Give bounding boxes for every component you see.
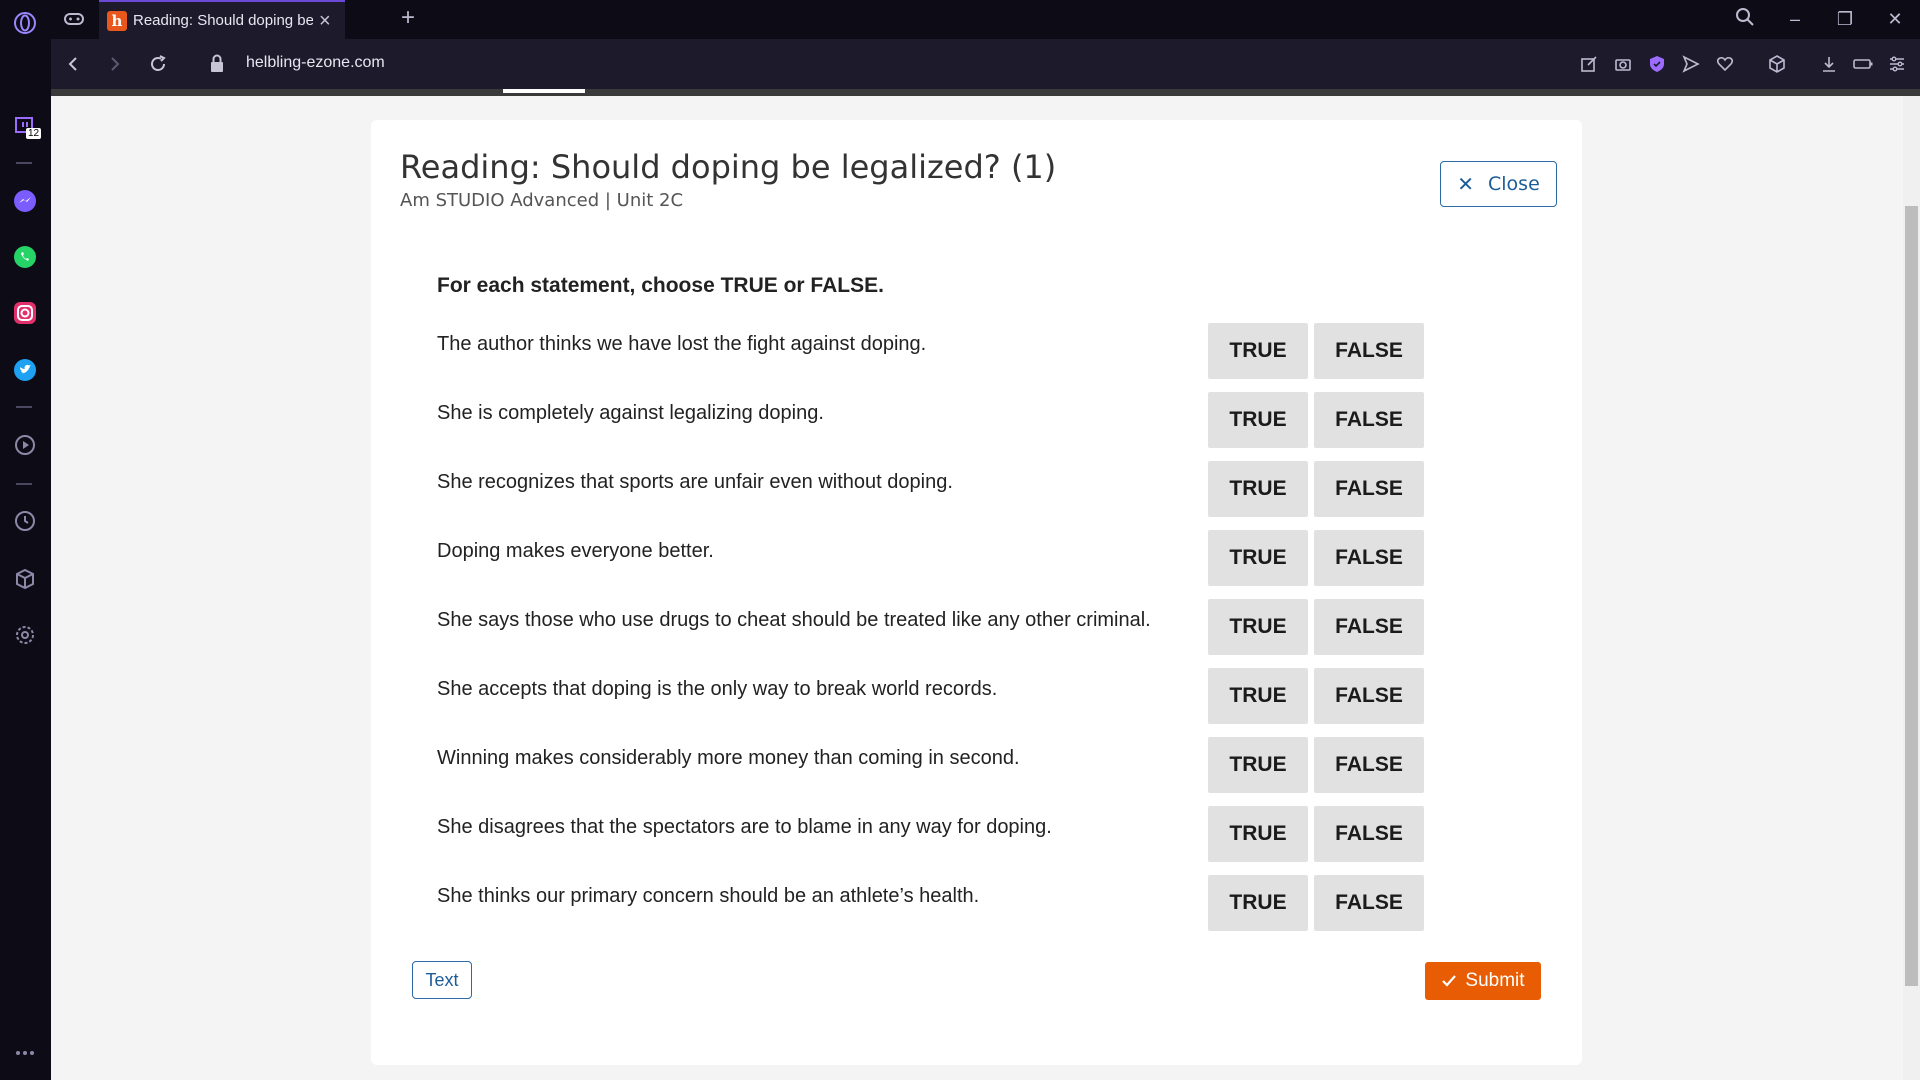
shield-icon[interactable]: [1644, 51, 1670, 77]
restore-button[interactable]: ❐: [1820, 9, 1870, 30]
twitter-icon[interactable]: [12, 357, 38, 383]
settings-gear-icon[interactable]: [12, 622, 38, 648]
twitch-icon[interactable]: 12: [12, 114, 42, 140]
sidebar-divider: [16, 483, 32, 485]
toolbar-icons: [1576, 51, 1910, 77]
tab-close-icon[interactable]: ×: [319, 11, 331, 31]
sidebar-divider: [16, 406, 32, 408]
true-option-button[interactable]: TRUE: [1208, 392, 1308, 448]
statement-text: She disagrees that the spectators are to…: [437, 816, 1052, 838]
tab-favicon: h: [107, 10, 127, 31]
edit-icon[interactable]: [1576, 51, 1602, 77]
page-scrollbar[interactable]: [1903, 96, 1920, 1080]
send-icon[interactable]: [1678, 51, 1704, 77]
exercise-card: Reading: Should doping be legalized? (1)…: [371, 120, 1582, 1065]
statement-text: She is completely against legalizing dop…: [437, 402, 824, 424]
false-option-button[interactable]: FALSE: [1314, 530, 1424, 586]
false-option-button[interactable]: FALSE: [1314, 461, 1424, 517]
submit-label: Submit: [1465, 970, 1525, 991]
true-option-button[interactable]: TRUE: [1208, 530, 1308, 586]
statement-row: The author thinks we have lost the fight…: [437, 323, 1437, 392]
easy-setup-icon[interactable]: [1884, 51, 1910, 77]
minimize-button[interactable]: –: [1770, 9, 1820, 30]
statement-row: Doping makes everyone better. TRUE FALSE: [437, 530, 1437, 599]
text-button[interactable]: Text: [412, 961, 472, 999]
forward-icon[interactable]: [101, 51, 127, 77]
history-icon[interactable]: [12, 508, 38, 534]
false-option-button[interactable]: FALSE: [1314, 392, 1424, 448]
tab-active[interactable]: h Reading: Should doping be legalized? (…: [99, 0, 345, 39]
true-option-button[interactable]: TRUE: [1208, 806, 1308, 862]
page-title: Reading: Should doping be legalized? (1): [400, 148, 1057, 186]
statement-row: She says those who use drugs to cheat sh…: [437, 599, 1437, 668]
camera-icon[interactable]: [1610, 51, 1636, 77]
browser-sidebar: 12: [0, 0, 52, 1080]
more-dots-icon[interactable]: [12, 1040, 38, 1066]
close-window-button[interactable]: ✕: [1870, 9, 1920, 30]
twitch-badge: 12: [26, 128, 42, 139]
cube-icon[interactable]: [1764, 51, 1790, 77]
extensions-cube-icon[interactable]: [12, 566, 38, 592]
statement-text: She says those who use drugs to cheat sh…: [437, 609, 1151, 631]
tab-bar: h Reading: Should doping be legalized? (…: [51, 0, 1920, 39]
download-icon[interactable]: [1816, 51, 1842, 77]
statement-text: The author thinks we have lost the fight…: [437, 333, 927, 355]
instagram-icon[interactable]: [12, 300, 38, 326]
statement-text: Winning makes considerably more money th…: [437, 747, 1020, 769]
statement-row: She recognizes that sports are unfair ev…: [437, 461, 1437, 530]
gamepad-icon[interactable]: [63, 8, 85, 35]
whatsapp-icon[interactable]: [12, 244, 38, 270]
statement-row: Winning makes considerably more money th…: [437, 737, 1437, 806]
messenger-icon[interactable]: [12, 188, 38, 214]
true-option-button[interactable]: TRUE: [1208, 668, 1308, 724]
close-label: Close: [1488, 173, 1540, 195]
opera-logo-icon[interactable]: [12, 10, 38, 36]
statement-row: She is completely against legalizing dop…: [437, 392, 1437, 461]
new-tab-button[interactable]: +: [401, 6, 415, 30]
false-option-button[interactable]: FALSE: [1314, 875, 1424, 931]
submit-button[interactable]: Submit: [1425, 962, 1541, 1000]
close-button[interactable]: ✕ Close: [1440, 161, 1557, 207]
false-option-button[interactable]: FALSE: [1314, 668, 1424, 724]
true-option-button[interactable]: TRUE: [1208, 461, 1308, 517]
reload-icon[interactable]: [145, 51, 171, 77]
sidebar-divider: [16, 162, 32, 164]
checkmark-icon: [1441, 973, 1457, 989]
back-icon[interactable]: [61, 51, 87, 77]
statement-row: She accepts that doping is the only way …: [437, 668, 1437, 737]
false-option-button[interactable]: FALSE: [1314, 806, 1424, 862]
tab-title: Reading: Should doping be legalized? (1): [133, 12, 313, 29]
lock-icon[interactable]: [209, 53, 225, 78]
battery-icon[interactable]: [1850, 51, 1876, 77]
true-option-button[interactable]: TRUE: [1208, 737, 1308, 793]
statement-row: She thinks our primary concern should be…: [437, 875, 1437, 944]
statement-row: She disagrees that the spectators are to…: [437, 806, 1437, 875]
statement-text: She recognizes that sports are unfair ev…: [437, 471, 953, 493]
false-option-button[interactable]: FALSE: [1314, 599, 1424, 655]
instruction-text: For each statement, choose TRUE or FALSE…: [437, 274, 884, 297]
true-option-button[interactable]: TRUE: [1208, 875, 1308, 931]
loading-indicator: [503, 89, 585, 93]
page-loading-strip: [51, 89, 1920, 96]
false-option-button[interactable]: FALSE: [1314, 737, 1424, 793]
false-option-button[interactable]: FALSE: [1314, 323, 1424, 379]
statement-list: The author thinks we have lost the fight…: [437, 323, 1437, 944]
heart-icon[interactable]: [1712, 51, 1738, 77]
scrollbar-thumb[interactable]: [1905, 206, 1918, 986]
true-option-button[interactable]: TRUE: [1208, 323, 1308, 379]
window-controls: – ❐ ✕: [1720, 0, 1920, 39]
statement-text: She accepts that doping is the only way …: [437, 678, 998, 700]
url-field[interactable]: helbling-ezone.com: [246, 54, 385, 72]
close-icon: ✕: [1457, 172, 1474, 196]
player-icon[interactable]: [12, 432, 38, 458]
true-option-button[interactable]: TRUE: [1208, 599, 1308, 655]
search-tabs-icon[interactable]: [1720, 7, 1770, 32]
statement-text: Doping makes everyone better.: [437, 540, 714, 562]
address-bar: helbling-ezone.com: [51, 39, 1920, 89]
statement-text: She thinks our primary concern should be…: [437, 885, 980, 907]
course-subtitle: Am STUDIO Advanced | Unit 2C: [400, 190, 684, 211]
